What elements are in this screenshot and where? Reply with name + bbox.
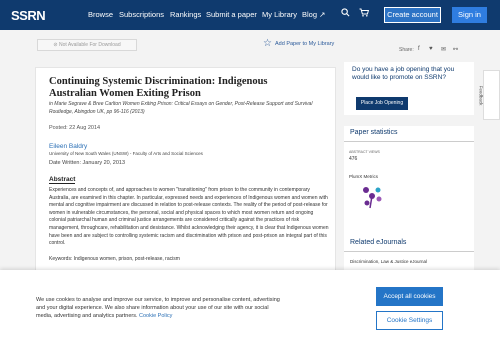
share-label: Share: [399, 47, 414, 53]
job-promo-box: Do you have a job opening that you would… [344, 62, 474, 115]
related-ejournal-link[interactable]: Discrimination, Law & Justice eJournal [350, 259, 470, 264]
nav-rankings[interactable]: Rankings [170, 10, 201, 19]
download-unavailable-button: ⊘ Not Available For Download [37, 39, 137, 51]
star-icon[interactable]: ☆ [263, 39, 272, 49]
cart-icon[interactable] [359, 8, 370, 20]
author-affiliation: University of New South Wales (UNSW) - F… [49, 151, 203, 156]
search-icon[interactable] [341, 8, 350, 20]
keywords: Keywords: Indigenous women, prison, post… [49, 256, 180, 262]
job-promo-text: Do you have a job opening that you would… [352, 66, 455, 81]
top-navigation-bar: SSRN Browse Subscriptions Rankings Submi… [0, 0, 500, 30]
abstract-heading: Abstract [49, 176, 76, 184]
cookie-banner: We use cookies to analyse and improve ou… [0, 270, 500, 348]
ssrn-logo[interactable]: SSRN [11, 8, 46, 23]
abstract-views-label: ABSTRACT VIEWS [349, 150, 380, 154]
author-link[interactable]: Eileen Baldry [49, 143, 87, 150]
accept-all-cookies-button[interactable]: Accept all cookies [376, 287, 443, 306]
facebook-icon[interactable]: f [418, 46, 420, 52]
cookie-text: We use cookies to analyse and improve ou… [36, 296, 286, 320]
nav-blog[interactable]: Blog ↗ [302, 10, 325, 19]
abstract-text: Experiences and concepts of, and approac… [49, 187, 329, 247]
email-icon[interactable]: ✉ [441, 46, 446, 53]
feedback-label: Feedback [478, 85, 484, 106]
divider [344, 141, 474, 142]
paper-statistics-box: Paper statistics ABSTRACT VIEWS 476 Plum… [344, 126, 474, 236]
place-job-opening-button[interactable]: Place Job Opening [356, 97, 408, 110]
abstract-views-value: 476 [349, 156, 358, 162]
stats-heading: Paper statistics [350, 129, 398, 136]
plumx-icon[interactable] [358, 184, 386, 210]
paper-title: Continuing Systemic Discrimination: Indi… [49, 76, 268, 99]
cookie-policy-link[interactable]: Cookie Policy [139, 313, 172, 319]
link-icon[interactable]: ⚯ [453, 46, 458, 53]
create-account-button[interactable]: Create account [384, 7, 441, 23]
nav-subscriptions[interactable]: Subscriptions [119, 10, 164, 19]
nav-my-library[interactable]: My Library [262, 10, 297, 19]
paper-citation: in Marie Segrave & Bree Carlton Women Ex… [49, 101, 313, 115]
twitter-icon[interactable]: ♥ [429, 46, 433, 52]
cookie-settings-button[interactable]: Cookie Settings [376, 311, 443, 330]
date-written: Date Written: January 20, 2013 [49, 160, 126, 166]
divider [344, 251, 474, 252]
feedback-tab[interactable]: Feedback [478, 70, 500, 120]
nav-browse[interactable]: Browse [88, 10, 113, 19]
related-heading: Related eJournals [350, 239, 407, 246]
sign-in-button[interactable]: Sign in [452, 7, 487, 23]
posted-date: Posted: 22 Aug 2014 [49, 125, 101, 131]
nav-submit-paper[interactable]: Submit a paper [206, 10, 257, 19]
plumx-label[interactable]: PlumX Metrics [349, 174, 378, 179]
add-to-library-link[interactable]: Add Paper to My Library [275, 41, 334, 47]
